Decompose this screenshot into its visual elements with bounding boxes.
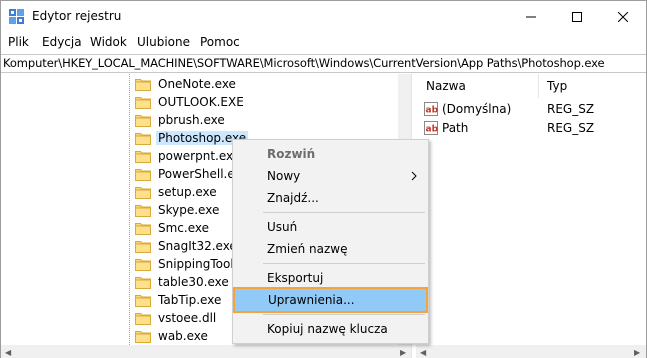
tree-item[interactable]: OUTLOOK.EXE — [135, 93, 246, 111]
minimize-button[interactable] — [508, 1, 554, 32]
value-name: (Domyślna) — [442, 102, 512, 116]
menu-item-new-label: Nowy — [267, 169, 301, 183]
tree-item[interactable]: Skype.exe — [135, 201, 221, 219]
tree-item[interactable]: Smc.exe — [135, 219, 211, 237]
folder-icon — [135, 276, 151, 289]
tree-item-label: vstoee.dll — [158, 311, 217, 325]
tree-item[interactable]: pbrush.exe — [135, 111, 227, 129]
window-title: Edytor rejestru — [32, 9, 122, 23]
title-bar: Edytor rejestru — [1, 1, 646, 32]
menu-file[interactable]: Plik — [8, 35, 29, 49]
svg-text:ab: ab — [426, 106, 439, 116]
tree-item-label: pbrush.exe — [158, 113, 225, 127]
value-type: REG_SZ — [547, 102, 595, 116]
value-row[interactable]: ab Path REG_SZ — [424, 119, 644, 137]
menu-item-expand[interactable]: Rozwiń — [234, 143, 427, 165]
scroll-right-icon[interactable]: ▶ — [400, 348, 406, 357]
folder-icon — [135, 150, 151, 163]
tree-connector-line — [129, 74, 130, 345]
address-bar[interactable]: Komputer\HKEY_LOCAL_MACHINE\SOFTWARE\Mic… — [1, 54, 646, 73]
folder-icon — [135, 96, 151, 109]
value-type: REG_SZ — [547, 121, 595, 135]
menu-separator — [263, 314, 425, 315]
tree-item-label: Smc.exe — [158, 221, 210, 235]
tree-item[interactable]: TabTip.exe — [135, 291, 223, 309]
tree-item-label: TabTip.exe — [158, 293, 222, 307]
close-button[interactable] — [600, 1, 646, 32]
string-value-icon: ab — [424, 121, 438, 135]
menu-item-permissions[interactable]: Uprawnienia... — [233, 287, 428, 313]
folder-icon — [135, 168, 151, 181]
tree-item[interactable]: OneNote.exe — [135, 75, 238, 93]
minimize-icon — [526, 16, 536, 17]
close-icon — [618, 11, 628, 22]
value-row[interactable]: ab (Domyślna) REG_SZ — [424, 100, 644, 118]
menu-separator — [263, 212, 425, 213]
folder-icon — [135, 132, 151, 145]
column-header-name[interactable]: Nazwa — [426, 74, 466, 98]
tree-item[interactable]: wab.exe — [135, 327, 210, 345]
menu-item-delete[interactable]: Usuń — [234, 216, 427, 238]
scroll-right-icon[interactable]: ▶ — [634, 348, 640, 357]
submenu-arrow-icon — [411, 170, 417, 184]
menu-help[interactable]: Pomoc — [200, 35, 240, 49]
scroll-left-icon[interactable]: ◀ — [5, 348, 11, 357]
menu-view[interactable]: Widok — [90, 35, 127, 49]
menu-item-rename[interactable]: Zmień nazwę — [234, 238, 427, 260]
tree-item[interactable]: vstoee.dll — [135, 309, 218, 327]
registry-editor-icon — [9, 9, 24, 24]
folder-icon — [135, 294, 151, 307]
menu-bar: Plik Edycja Widok Ulubione Pomoc — [1, 32, 646, 52]
column-header-type[interactable]: Typ — [547, 74, 567, 98]
folder-icon — [135, 114, 151, 127]
scroll-left-icon[interactable]: ◀ — [420, 348, 426, 357]
values-horizontal-scrollbar[interactable]: ◀ ▶ — [416, 345, 646, 358]
svg-text:ab: ab — [426, 125, 439, 135]
folder-icon — [135, 330, 151, 343]
tree-item-label: Skype.exe — [158, 203, 220, 217]
folder-icon — [135, 186, 151, 199]
tree-item[interactable]: SnagIt32.exe — [135, 237, 239, 255]
value-name: Path — [442, 121, 469, 135]
context-menu: Rozwiń Nowy Znajdź... Usuń Zmień nazwę E… — [232, 139, 429, 344]
folder-icon — [135, 312, 151, 325]
tree-item-label: powerpnt.exe — [158, 149, 241, 163]
tree-item-label: table30.exe — [158, 275, 229, 289]
tree-item[interactable]: table30.exe — [135, 273, 231, 291]
menu-item-new[interactable]: Nowy — [234, 165, 427, 187]
menu-edit[interactable]: Edycja — [42, 35, 82, 49]
maximize-button[interactable] — [554, 1, 600, 32]
folder-icon — [135, 204, 151, 217]
tree-item[interactable]: setup.exe — [135, 183, 219, 201]
menu-favorites[interactable]: Ulubione — [137, 35, 190, 49]
tree-item-label: wab.exe — [158, 329, 208, 343]
maximize-icon — [572, 11, 582, 22]
folder-icon — [135, 222, 151, 235]
menu-item-copy-key-name[interactable]: Kopiuj nazwę klucza — [234, 318, 427, 340]
string-value-icon: ab — [424, 102, 438, 116]
tree-item-label: SnagIt32.exe — [158, 239, 237, 253]
tree-item-label: OUTLOOK.EXE — [158, 95, 244, 109]
tree-item-label: OneNote.exe — [158, 77, 236, 91]
values-pane: Nazwa Typ ab (Domyślna) REG_SZ ab Path R… — [416, 74, 647, 345]
menu-separator — [263, 263, 425, 264]
address-path[interactable]: Komputer\HKEY_LOCAL_MACHINE\SOFTWARE\Mic… — [3, 56, 605, 70]
tree-item[interactable]: powerpnt.exe — [135, 147, 242, 165]
folder-icon — [135, 78, 151, 91]
menu-item-export[interactable]: Eksportuj — [234, 267, 427, 289]
registry-editor-window: Edytor rejestru Plik Edycja Widok Ulubio… — [0, 0, 647, 358]
tree-horizontal-scrollbar[interactable]: ◀ ▶ — [1, 345, 411, 358]
folder-icon — [135, 240, 151, 253]
menu-item-find[interactable]: Znajdź... — [234, 187, 427, 209]
folder-icon — [135, 258, 151, 271]
column-divider[interactable] — [538, 74, 539, 98]
tree-item-label: setup.exe — [158, 185, 217, 199]
